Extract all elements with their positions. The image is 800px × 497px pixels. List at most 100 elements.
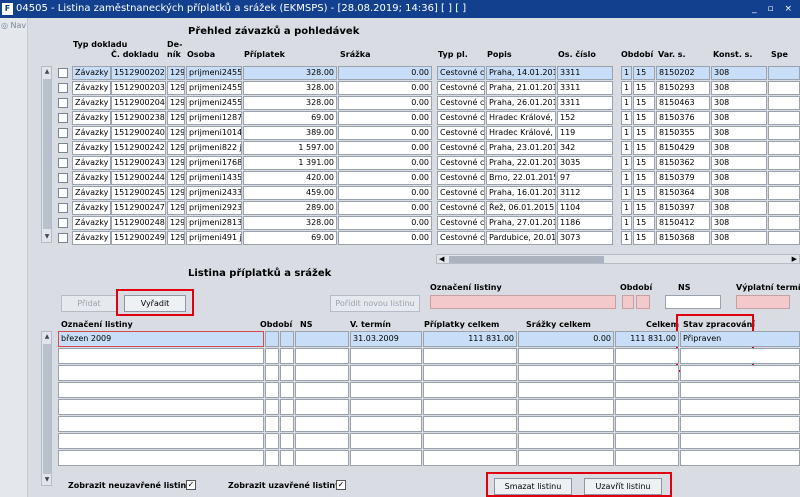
cell-typ_pl[interactable]: Cestovné cic [437, 141, 485, 155]
cell-spe[interactable] [768, 96, 800, 110]
cell-obd1[interactable]: 1 [621, 231, 632, 245]
cell-konst_s[interactable]: 308 [711, 216, 767, 230]
cell-typ_pl[interactable]: Cestovné cic [437, 156, 485, 170]
cell-os_cislo[interactable]: 1186 [557, 216, 613, 230]
list-cell-priplatky[interactable] [423, 399, 517, 415]
cell-konst_s[interactable]: 308 [711, 171, 767, 185]
cell-popis[interactable]: Praha, 26.01.2015 [486, 96, 556, 110]
cell-os_cislo[interactable]: 3073 [557, 231, 613, 245]
cell-typ[interactable]: Závazky [72, 126, 111, 140]
cell-srazka[interactable]: 0.00 [338, 81, 432, 95]
cell-typ_pl[interactable]: Cestovné cic [437, 81, 485, 95]
cell-var_s[interactable]: 8150368 [656, 231, 710, 245]
list-cell-stav[interactable] [680, 399, 800, 415]
cell-popis[interactable]: Praha, 27.01.2015 [486, 216, 556, 230]
cell-priplatek[interactable]: 328.00 [243, 66, 337, 80]
list-cell-stav[interactable] [680, 382, 800, 398]
list-cell-stav[interactable]: Připraven [680, 331, 800, 347]
list-cell-v_termin[interactable] [350, 382, 422, 398]
cell-denik[interactable]: 129 [167, 216, 185, 230]
list-cell-stav[interactable] [680, 433, 800, 449]
list-cell-srazky[interactable] [518, 365, 614, 381]
cell-obd1[interactable]: 1 [621, 81, 632, 95]
porizeni-listiny-button[interactable]: Pořídit novou listinu [330, 295, 420, 312]
cell-obd1[interactable]: 1 [621, 186, 632, 200]
list-cell-v_termin[interactable]: 31.03.2009 [350, 331, 422, 347]
cell-typ[interactable]: Závazky [72, 141, 111, 155]
cell-denik[interactable]: 129 [167, 156, 185, 170]
list-cell-priplatky[interactable] [423, 416, 517, 432]
cell-os_cislo[interactable]: 3311 [557, 81, 613, 95]
list-cell-celkem[interactable] [615, 416, 679, 432]
cell-priplatek[interactable]: 1 597.00 [243, 141, 337, 155]
list-cell-ns[interactable] [295, 382, 349, 398]
cell-denik[interactable]: 129 [167, 111, 185, 125]
cell-typ[interactable]: Závazky [72, 231, 111, 245]
cell-denik[interactable]: 129 [167, 66, 185, 80]
list-cell-celkem[interactable]: 111 831.00 [615, 331, 679, 347]
cell-osoba[interactable]: prijmeni2455 jm [186, 96, 242, 110]
cell-denik[interactable]: 129 [167, 201, 185, 215]
cell-obd2[interactable]: 15 [633, 126, 655, 140]
cell-popis[interactable]: Praha, 23.01.2015 [486, 141, 556, 155]
listina-vscroll[interactable]: ▲ ▼ [41, 331, 52, 486]
cell-konst_s[interactable]: 308 [711, 81, 767, 95]
list-cell-ns[interactable] [295, 348, 349, 364]
cell-doklad[interactable]: 1512900202 [111, 66, 166, 80]
cell-popis[interactable]: Praha, 16.01.2015 [486, 186, 556, 200]
list-cell-srazky[interactable] [518, 450, 614, 466]
cell-denik[interactable]: 129 [167, 126, 185, 140]
cell-os_cislo[interactable]: 1104 [557, 201, 613, 215]
list-cell-v_termin[interactable] [350, 365, 422, 381]
cell-osoba[interactable]: prijmeni2455 jm [186, 66, 242, 80]
cell-doklad[interactable]: 1512900245 [111, 186, 166, 200]
list-cell-oznaceni[interactable] [58, 433, 264, 449]
cell-popis[interactable]: Hradec Králové, 2: [486, 111, 556, 125]
list-cell-priplatky[interactable]: 111 831.00 [423, 331, 517, 347]
list-cell-celkem[interactable] [615, 365, 679, 381]
cell-denik[interactable]: 129 [167, 231, 185, 245]
cell-spe[interactable] [768, 141, 800, 155]
list-cell-srazky[interactable] [518, 416, 614, 432]
cell-typ_pl[interactable]: Cestovné cic [437, 66, 485, 80]
cell-priplatek[interactable]: 69.00 [243, 231, 337, 245]
cell-srazka[interactable]: 0.00 [338, 216, 432, 230]
cell-spe[interactable] [768, 201, 800, 215]
cell-typ[interactable]: Závazky [72, 201, 111, 215]
cell-priplatek[interactable]: 459.00 [243, 186, 337, 200]
cell-typ_pl[interactable]: Cestovné cic [437, 231, 485, 245]
cell-obd2[interactable]: 15 [633, 96, 655, 110]
cell-typ[interactable]: Závazky [72, 96, 111, 110]
scroll-down-icon[interactable]: ▼ [43, 233, 51, 241]
cell-os_cislo[interactable]: 3112 [557, 186, 613, 200]
cell-denik[interactable]: 129 [167, 141, 185, 155]
scroll-left-icon[interactable]: ◀ [439, 255, 444, 263]
list-cell-celkem[interactable] [615, 382, 679, 398]
vyplatni-termin-field[interactable] [736, 295, 790, 309]
cell-spe[interactable] [768, 186, 800, 200]
overview-vscroll[interactable]: ▲ ▼ [41, 66, 52, 243]
cell-typ[interactable]: Závazky [72, 216, 111, 230]
chk-uzavrene[interactable]: ✓ [336, 480, 346, 490]
list-cell-ns[interactable] [295, 365, 349, 381]
row-checkbox[interactable] [58, 173, 68, 183]
list-cell-srazky[interactable]: 0.00 [518, 331, 614, 347]
oznaceni-listiny-field[interactable] [430, 295, 616, 309]
cell-obd1[interactable]: 1 [621, 141, 632, 155]
cell-popis[interactable]: Hradec Králové, 2' [486, 126, 556, 140]
cell-doklad[interactable]: 1512900244 [111, 171, 166, 185]
list-cell-oznaceni[interactable] [58, 416, 264, 432]
cell-obd2[interactable]: 15 [633, 141, 655, 155]
row-checkbox[interactable] [58, 203, 68, 213]
list-cell-v_termin[interactable] [350, 348, 422, 364]
list-cell-celkem[interactable] [615, 450, 679, 466]
cell-os_cislo[interactable]: 152 [557, 111, 613, 125]
cell-doklad[interactable]: 1512900243 [111, 156, 166, 170]
list-cell-obd2[interactable] [280, 450, 294, 466]
list-cell-v_termin[interactable] [350, 450, 422, 466]
cell-obd1[interactable]: 1 [621, 66, 632, 80]
list-cell-priplatky[interactable] [423, 450, 517, 466]
nav-label[interactable]: ◎ Nav [1, 21, 26, 30]
list-cell-priplatky[interactable] [423, 433, 517, 449]
cell-osoba[interactable]: prijmeni2813 jm [186, 216, 242, 230]
